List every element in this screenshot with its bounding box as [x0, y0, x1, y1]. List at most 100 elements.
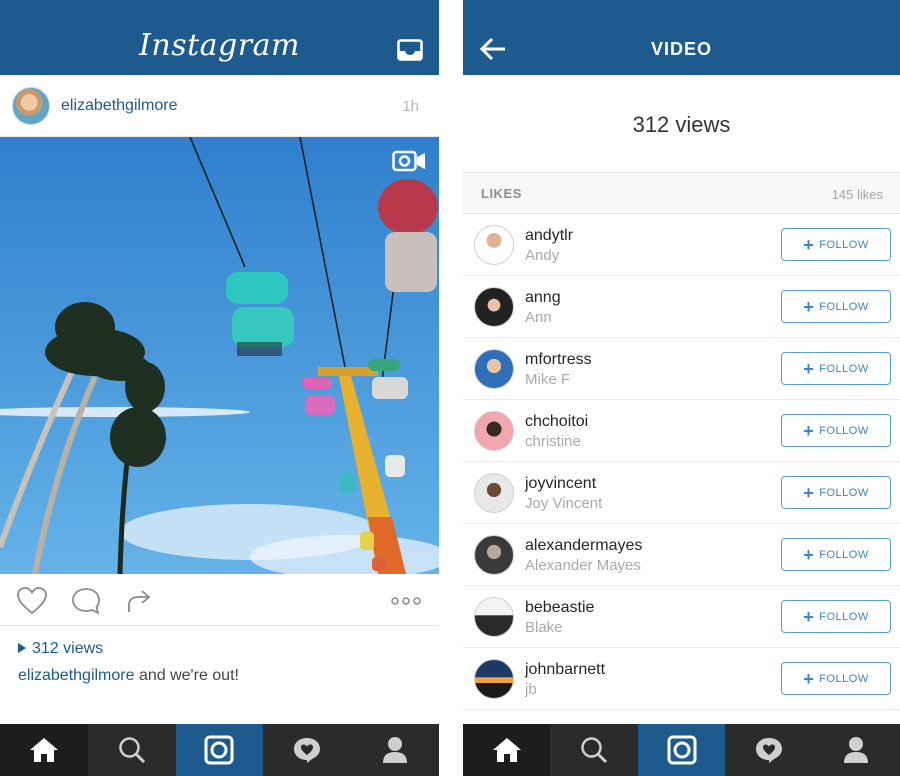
follow-button[interactable]: + FOLLOW: [781, 476, 891, 509]
post-timestamp: 1h: [402, 98, 419, 115]
avatar[interactable]: [474, 225, 514, 265]
follow-label: FOLLOW: [819, 672, 869, 685]
views-count-link[interactable]: 312 views: [18, 640, 103, 658]
play-icon: [18, 643, 26, 653]
video-header: VIDEO: [463, 0, 900, 75]
full-name: jb: [525, 681, 537, 698]
post-actions: [0, 574, 439, 626]
full-name: Blake: [525, 619, 563, 636]
tab-profile[interactable]: [813, 724, 900, 776]
list-item[interactable]: joyvincent Joy Vincent + FOLLOW: [463, 462, 900, 524]
tab-home[interactable]: [463, 724, 551, 776]
username[interactable]: alexandermayes: [525, 537, 642, 555]
username[interactable]: andytlr: [525, 227, 573, 245]
avatar[interactable]: [474, 597, 514, 637]
plus-icon: +: [803, 482, 815, 503]
page-title: VIDEO: [650, 39, 712, 59]
post-username[interactable]: elizabethgilmore: [61, 97, 178, 115]
home-icon: [29, 738, 58, 762]
list-item[interactable]: andytlr Andy + FOLLOW: [463, 214, 900, 276]
home-icon: [492, 738, 521, 762]
tab-search[interactable]: [88, 724, 176, 776]
tab-profile[interactable]: [351, 724, 439, 776]
tab-activity[interactable]: [263, 724, 351, 776]
heart-icon[interactable]: [16, 586, 48, 616]
bottom-tab-bar: [463, 724, 900, 776]
video-likes-screen: VIDEO 312 views LIKES 145 likes andytlr …: [463, 0, 900, 776]
avatar[interactable]: [474, 287, 514, 327]
username[interactable]: chchoitoi: [525, 413, 588, 431]
feed-screen: Instagram elizabethgilmore 1h 312 views …: [0, 0, 439, 776]
avatar[interactable]: [474, 535, 514, 575]
list-item[interactable]: bebeastie Blake + FOLLOW: [463, 586, 900, 648]
plus-icon: +: [803, 606, 815, 627]
tab-search[interactable]: [550, 724, 637, 776]
camera-icon: [204, 735, 234, 765]
follow-button[interactable]: + FOLLOW: [781, 290, 891, 323]
plus-icon: +: [803, 234, 815, 255]
follow-button[interactable]: + FOLLOW: [781, 414, 891, 447]
camera-icon: [667, 735, 697, 765]
full-name: Andy: [525, 247, 560, 264]
follow-label: FOLLOW: [819, 362, 869, 375]
follow-label: FOLLOW: [819, 610, 869, 623]
likes-count: 145 likes: [831, 187, 883, 202]
inbox-icon[interactable]: [397, 39, 423, 61]
username[interactable]: anng: [525, 289, 561, 307]
follow-label: FOLLOW: [819, 486, 869, 499]
caption-username[interactable]: elizabethgilmore: [18, 667, 135, 684]
username[interactable]: bebeastie: [525, 599, 594, 617]
profile-icon: [383, 737, 408, 763]
follow-button[interactable]: + FOLLOW: [781, 600, 891, 633]
search-icon: [581, 737, 608, 764]
follow-button[interactable]: + FOLLOW: [781, 228, 891, 261]
views-count: 312 views: [632, 112, 731, 137]
avatar[interactable]: [474, 659, 514, 699]
plus-icon: +: [803, 296, 815, 317]
feed-header: Instagram: [0, 0, 439, 75]
more-icon[interactable]: [390, 586, 422, 616]
search-icon: [118, 737, 145, 764]
views-label: 312 views: [32, 640, 104, 657]
list-item[interactable]: anng Ann + FOLLOW: [463, 276, 900, 338]
follow-button[interactable]: + FOLLOW: [781, 538, 891, 571]
video-post[interactable]: [0, 137, 439, 574]
plus-icon: +: [803, 544, 815, 565]
avatar[interactable]: [474, 411, 514, 451]
video-camera-icon: [392, 150, 425, 172]
full-name: Joy Vincent: [525, 495, 603, 512]
tab-home[interactable]: [0, 724, 88, 776]
post-caption: elizabethgilmore and we're out!: [18, 667, 239, 685]
comment-icon[interactable]: [70, 586, 102, 616]
plus-icon: +: [803, 358, 815, 379]
username[interactable]: johnbarnett: [525, 661, 605, 679]
plus-icon: +: [803, 420, 815, 441]
avatar[interactable]: [474, 349, 514, 389]
list-item[interactable]: mfortress Mike F + FOLLOW: [463, 338, 900, 400]
follow-label: FOLLOW: [819, 548, 869, 561]
tab-camera[interactable]: [637, 724, 726, 776]
username[interactable]: mfortress: [525, 351, 592, 369]
activity-icon: [294, 738, 321, 763]
tab-activity[interactable]: [725, 724, 812, 776]
tab-camera[interactable]: [175, 724, 264, 776]
full-name: Alexander Mayes: [525, 557, 641, 574]
full-name: Ann: [525, 309, 552, 326]
avatar[interactable]: [12, 87, 50, 125]
caption-text: and we're out!: [134, 667, 239, 684]
follow-button[interactable]: + FOLLOW: [781, 662, 891, 695]
full-name: christine: [525, 433, 581, 450]
list-item[interactable]: alexandermayes Alexander Mayes + FOLLOW: [463, 524, 900, 586]
avatar[interactable]: [474, 473, 514, 513]
list-item[interactable]: chchoitoi christine + FOLLOW: [463, 400, 900, 462]
follow-button[interactable]: + FOLLOW: [781, 352, 891, 385]
full-name: Mike F: [525, 371, 570, 388]
follow-label: FOLLOW: [819, 238, 869, 251]
share-icon[interactable]: [124, 586, 156, 616]
username[interactable]: joyvincent: [525, 475, 596, 493]
bottom-tab-bar: [0, 724, 439, 776]
list-item[interactable]: johnbarnett jb + FOLLOW: [463, 648, 900, 710]
plus-icon: +: [803, 668, 815, 689]
post-header: elizabethgilmore 1h: [0, 75, 439, 137]
likes-label: LIKES: [481, 186, 522, 201]
